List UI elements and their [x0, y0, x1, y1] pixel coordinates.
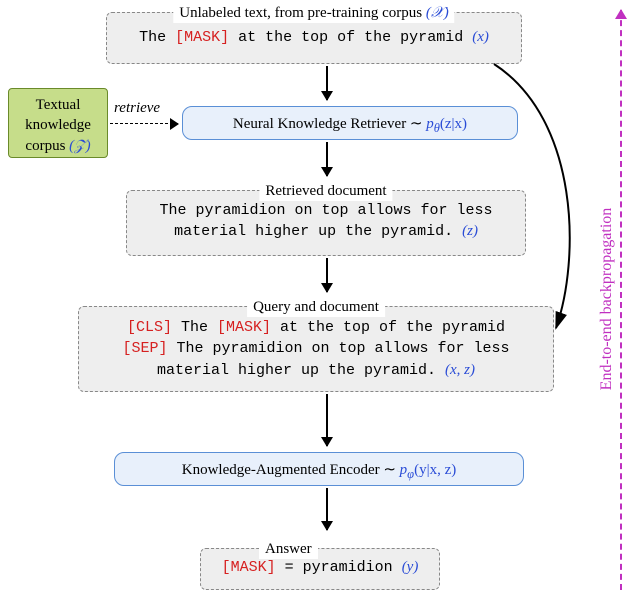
arrow-icon — [326, 488, 328, 530]
unlabeled-text-content: The [MASK] at the top of the pyramid (x) — [117, 27, 511, 48]
xz-var: (x, z) — [445, 362, 475, 378]
qd-l2: [SEP] The pyramidion on top allows for l… — [89, 338, 543, 359]
mask-token: [MASK] — [222, 559, 276, 576]
arrow-icon — [326, 142, 328, 176]
rd-l2-wrap: material higher up the pyramid. (z) — [137, 221, 515, 242]
qd-l1a: The — [172, 319, 217, 336]
retriever-box: Neural Knowledge Retriever ∼ pθ(z|x) — [182, 106, 518, 140]
encoder-box: Knowledge-Augmented Encoder ∼ pφ(y|x, z) — [114, 452, 524, 486]
x-var: (x) — [472, 29, 489, 45]
z-var: (z) — [462, 223, 478, 239]
arrow-icon — [326, 394, 328, 446]
query-doc-title: Query and document — [247, 297, 385, 317]
backprop-line-icon — [620, 10, 622, 590]
unlabeled-text-title: Unlabeled text, from pre-training corpus… — [173, 3, 454, 23]
backprop-label: End-to-end backpropagation — [598, 184, 616, 414]
p-phi-math: pφ(y|x, z) — [400, 462, 457, 478]
y-var: (y) — [402, 559, 419, 575]
retrieved-doc-box: Retrieved document The pyramidion on top… — [126, 190, 526, 256]
kc-l3: corpus — [25, 138, 69, 154]
sep-token: [SEP] — [122, 340, 167, 357]
answer-title: Answer — [259, 539, 318, 559]
query-doc-box: Query and document [CLS] The [MASK] at t… — [78, 306, 554, 392]
text-a: The — [139, 29, 175, 46]
diagram-canvas: Unlabeled text, from pre-training corpus… — [0, 0, 640, 603]
kc-l3-wrap: corpus (𝒵) — [17, 136, 99, 156]
p-math: pθ(z|x) — [426, 116, 467, 132]
qd-l2a: The pyramidion on top allows for less — [167, 340, 509, 357]
knowledge-corpus-box: Textual knowledge corpus (𝒵) — [8, 88, 108, 158]
kc-l2: knowledge — [17, 115, 99, 135]
z-corpus-var: (𝒵) — [69, 138, 90, 154]
encoder-label: Knowledge-Augmented Encoder ∼ — [182, 462, 400, 478]
rd-l1: The pyramidion on top allows for less — [137, 201, 515, 221]
qd-l1: [CLS] The [MASK] at the top of the pyram… — [89, 317, 543, 338]
answer-eq: = pyramidion — [276, 559, 402, 576]
title-text: Unlabeled text, from pre-training corpus — [179, 5, 426, 21]
arrow-icon — [326, 66, 328, 100]
answer-content: [MASK] = pyramidion (y) — [211, 557, 429, 578]
retrieve-label: retrieve — [114, 100, 160, 117]
text-b: at the top of the pyramid — [229, 29, 472, 46]
qd-l3: material higher up the pyramid. (x, z) — [89, 360, 543, 381]
rd-l2a: material higher up the pyramid. — [174, 223, 462, 240]
mask-token: [MASK] — [217, 319, 271, 336]
unlabeled-text-box: Unlabeled text, from pre-training corpus… — [106, 12, 522, 64]
cls-token: [CLS] — [127, 319, 172, 336]
answer-box: Answer [MASK] = pyramidion (y) — [200, 548, 440, 590]
kc-l1: Textual — [17, 95, 99, 115]
retrieved-doc-title: Retrieved document — [259, 181, 392, 201]
qd-l1b: at the top of the pyramid — [271, 319, 505, 336]
corpus-var: (𝒳) — [426, 5, 449, 21]
retrieve-arrow-icon — [110, 123, 178, 124]
retriever-label: Neural Knowledge Retriever ∼ — [233, 116, 426, 132]
arrow-icon — [326, 258, 328, 292]
mask-token: [MASK] — [175, 29, 229, 46]
qd-l3a: material higher up the pyramid. — [157, 362, 445, 379]
